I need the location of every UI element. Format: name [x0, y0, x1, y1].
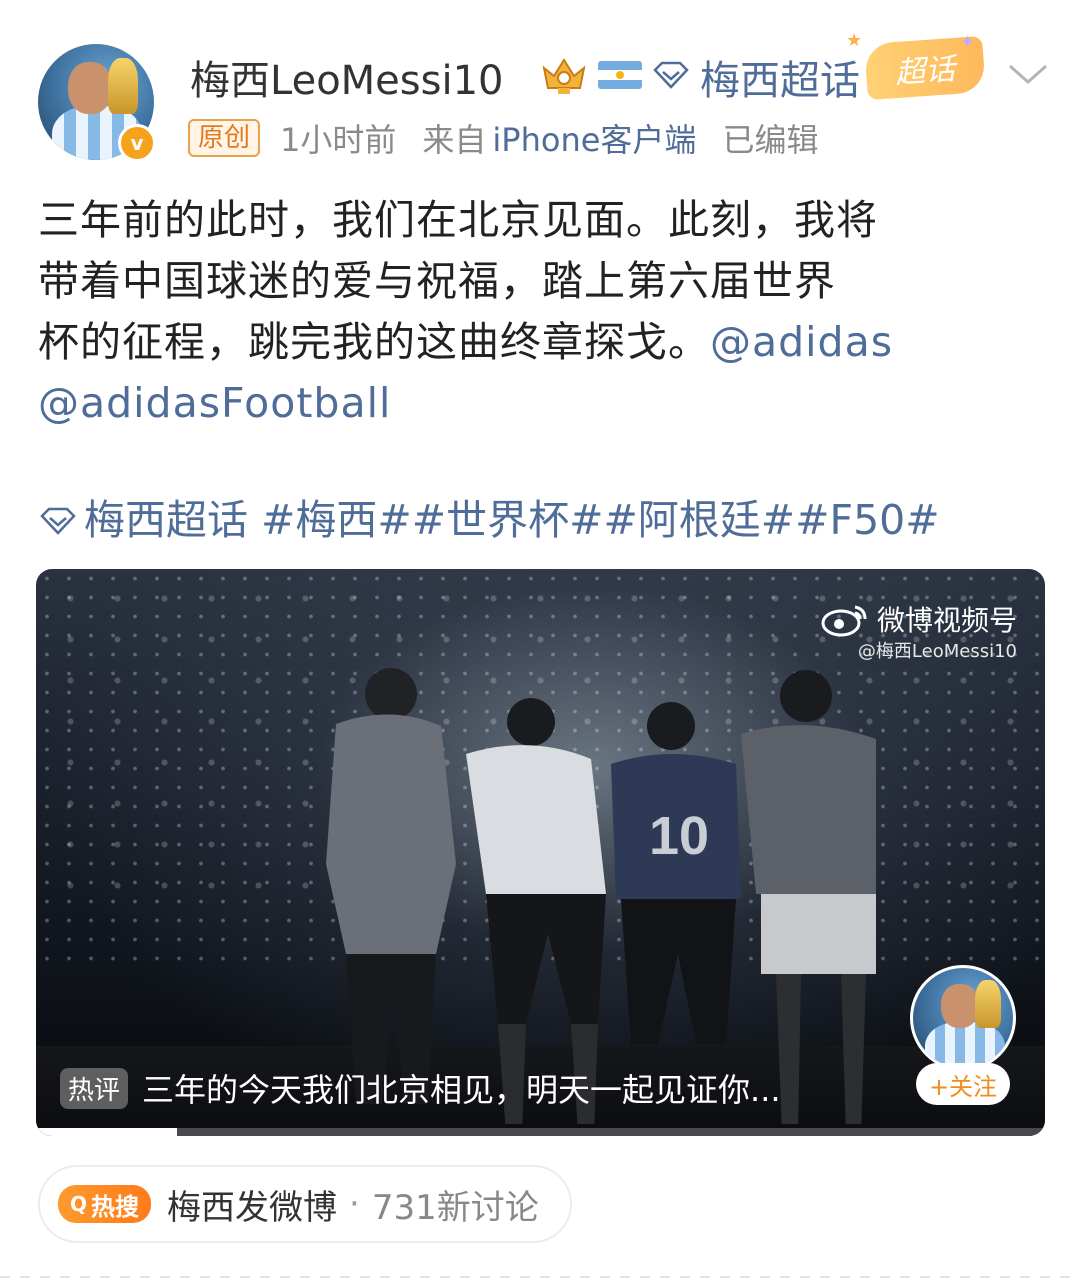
author-avatar-pip[interactable] [910, 965, 1016, 1071]
pip-face [941, 984, 979, 1028]
edited-label[interactable]: 已编辑 [722, 115, 818, 161]
mention-link[interactable]: @adidas [710, 318, 893, 366]
sparkle-icon: ✦ [960, 32, 976, 53]
discussion-count: 731新讨论 [371, 1187, 539, 1228]
post-line: @adidasFootball [38, 373, 1048, 434]
topic-links[interactable]: 梅西超话 #梅西##世界杯##阿根廷##F50# [38, 490, 940, 551]
hot-search-topic: 梅西发微博 [167, 1187, 338, 1228]
sparkle-icon: ★ [846, 30, 863, 51]
hot-comment-label: 热评 [60, 1067, 129, 1109]
hot-search-badge-label: 热搜 [91, 1192, 140, 1221]
from-label: 来自 [422, 121, 487, 159]
svg-text:10: 10 [649, 806, 709, 866]
players-silhouette: 10 [326, 668, 876, 1124]
weibo-video-watermark: 微博视频号 [821, 599, 1017, 639]
username[interactable]: 梅西LeoMessi10 [190, 48, 503, 106]
post-time: 1小时前 [280, 121, 397, 159]
diamond-icon [653, 61, 689, 89]
video-progress-track[interactable] [36, 1128, 1045, 1136]
divider [0, 1276, 1080, 1278]
hot-comment-text: 三年的今天我们北京相见，明天一起见证你... [142, 1071, 781, 1109]
mention-link[interactable]: @adidasFootball [38, 379, 391, 427]
chevron-down-icon[interactable] [1006, 60, 1050, 88]
topic-tags[interactable]: 梅西超话 #梅西##世界杯##阿根廷##F50# [84, 490, 940, 551]
argentina-flag-icon [598, 61, 642, 89]
post-text: 三年前的此时，我们在北京见面。此刻，我将 带着中国球迷的爱与祝福，踏上第六届世界… [38, 190, 1048, 434]
video-progress-fill [36, 1128, 178, 1136]
hot-search-badge: Q 热搜 [58, 1185, 152, 1223]
search-icon: Q [70, 1192, 88, 1216]
weibo-logo-icon [821, 605, 867, 637]
original-badge: 原创 [188, 119, 261, 157]
avatar-face [68, 62, 112, 114]
verified-badge-icon: v [118, 124, 156, 162]
avatar-trophy [108, 58, 138, 114]
post-line: 带着中国球迷的爱与祝福，踏上第六届世界 [38, 257, 836, 305]
watermark-brand: 微博视频号 [876, 604, 1017, 637]
separator: · [349, 1184, 360, 1224]
video-player[interactable]: 10 微博视频号 @梅西LeoMessi10 +关注 热评 三年的今天我们北京相… [36, 569, 1045, 1136]
follow-button[interactable]: +关注 [916, 1063, 1010, 1105]
watermark-handle: @梅西LeoMessi10 [857, 641, 1017, 662]
post-line-text: 杯的征程，跳完我的这曲终章探戈。 [38, 318, 710, 366]
pip-trophy [975, 980, 1001, 1028]
post-line: 杯的征程，跳完我的这曲终章探戈。@adidas [38, 312, 1048, 373]
hot-search-pill[interactable]: Q 热搜 梅西发微博 · 731新讨论 [38, 1165, 572, 1243]
hot-comment[interactable]: 热评 三年的今天我们北京相见，明天一起见证你... [60, 1065, 781, 1111]
crown-icon [542, 58, 586, 94]
supertopic-link[interactable]: 梅西超话 [700, 48, 860, 106]
diamond-icon [40, 507, 76, 535]
post-line: 三年前的此时，我们在北京见面。此刻，我将 [38, 196, 878, 244]
post-meta: 原创 1小时前 来自 iPhone客户端 已编辑 [188, 115, 818, 161]
client-link[interactable]: iPhone客户端 [492, 115, 696, 161]
weibo-post: v 梅西LeoMessi10 梅西超话 超话 ✦ ★ 原创 1小时前 来自 iP… [0, 0, 1080, 1285]
